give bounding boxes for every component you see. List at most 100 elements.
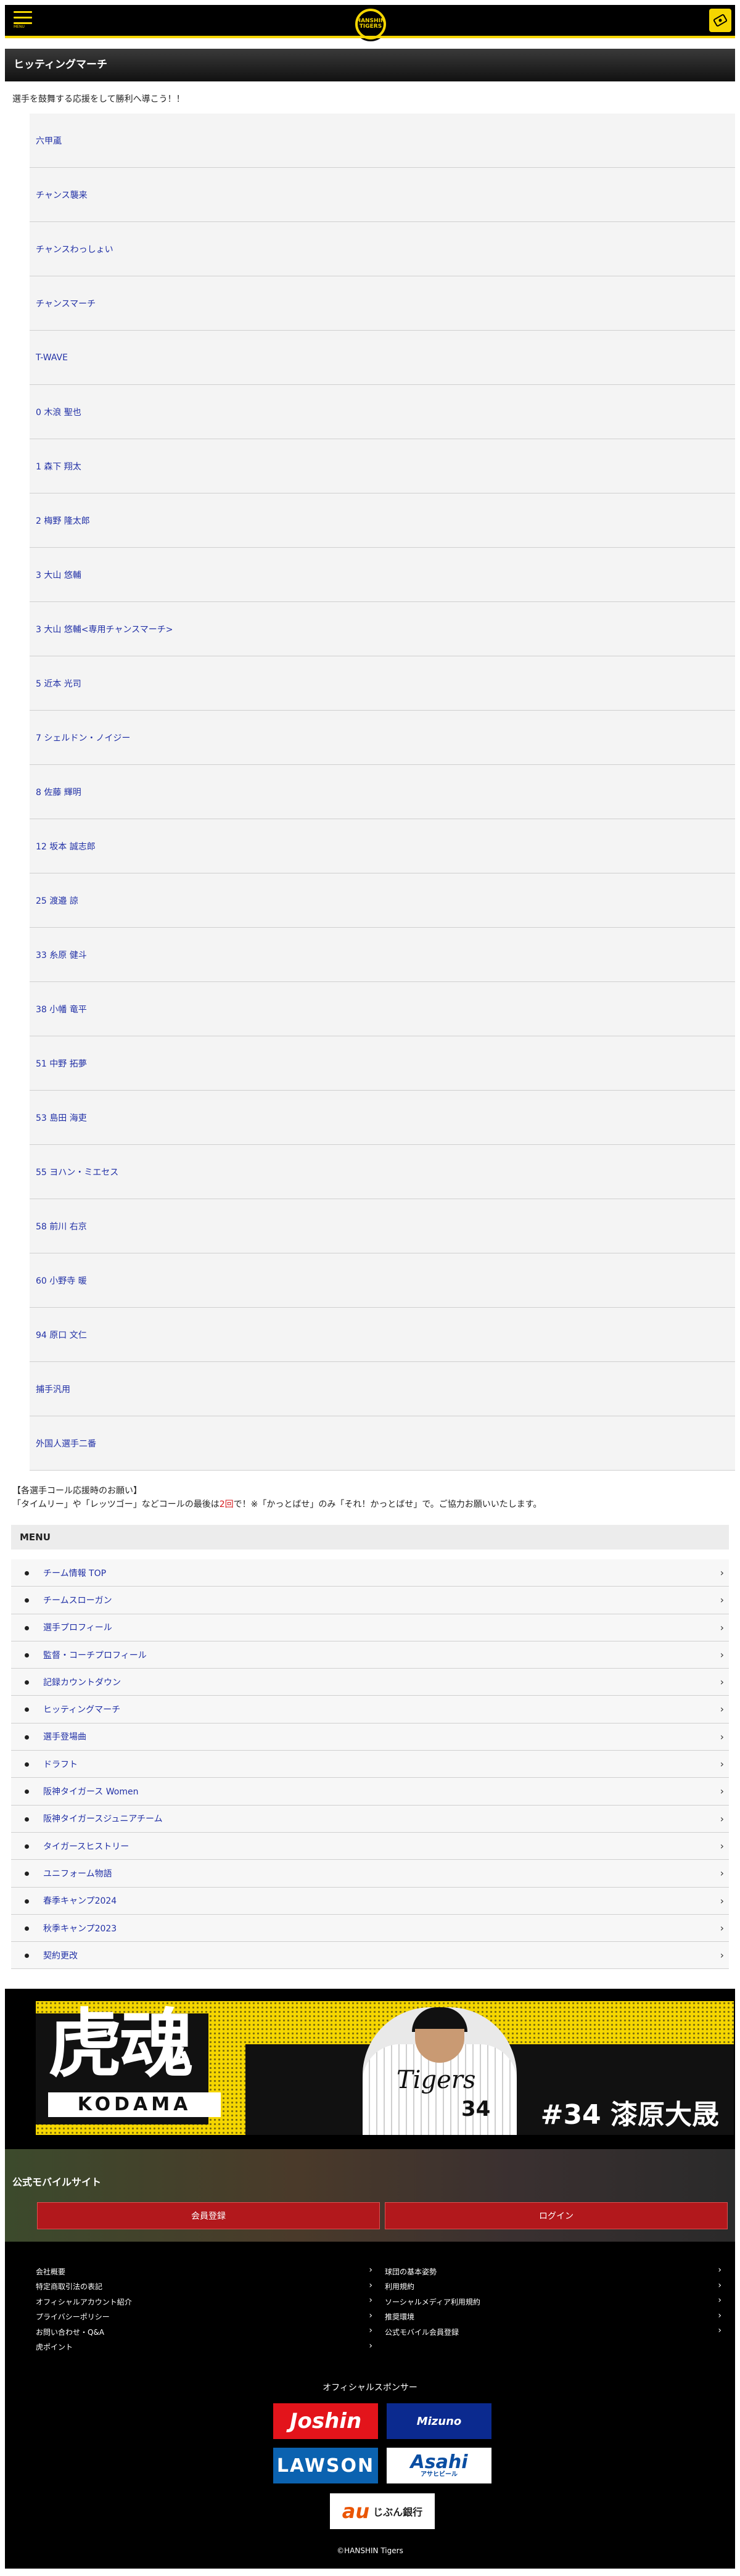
footer-link[interactable]: 球団の基本姿勢 › [385, 2264, 722, 2279]
sponsor-au-jibun-bank-logo[interactable]: au じぶん銀行 [330, 2493, 435, 2529]
menu-link[interactable]: 阪神タイガースジュニアチーム [43, 1812, 163, 1825]
menu-item[interactable]: 春季キャンプ2024 › [11, 1887, 729, 1915]
song-item[interactable]: T-WAVE [30, 331, 735, 385]
menu-link[interactable]: ドラフト [43, 1758, 78, 1770]
song-item[interactable]: 58 前川 右京 [30, 1199, 735, 1253]
menu-link[interactable]: 選手登場曲 [43, 1730, 86, 1743]
footer-link[interactable]: 利用規約 › [385, 2279, 722, 2295]
menu-link[interactable]: 選手プロフィール [43, 1621, 112, 1633]
menu-item[interactable]: タイガースヒストリー › [11, 1832, 729, 1860]
song-link[interactable]: 33 糸原 健斗 [36, 949, 87, 961]
song-item[interactable]: 38 小幡 竜平 [30, 982, 735, 1036]
song-item[interactable]: 51 中野 拓夢 [30, 1036, 735, 1091]
song-link[interactable]: 3 大山 悠輔<専用チャンスマーチ> [36, 623, 173, 635]
song-item[interactable]: 94 原口 文仁 [30, 1308, 735, 1362]
song-item[interactable]: 25 渡邉 諒 [30, 873, 735, 928]
song-item[interactable]: チャンス襲来 [30, 168, 735, 222]
song-item[interactable]: 12 坂本 誠志郎 [30, 819, 735, 873]
song-link[interactable]: チャンスマーチ [36, 297, 96, 310]
menu-item[interactable]: ユニフォーム物語 › [11, 1860, 729, 1888]
song-link[interactable]: 12 坂本 誠志郎 [36, 840, 96, 852]
sponsor-mizuno-logo[interactable]: Mizuno [387, 2403, 491, 2439]
footer-link[interactable]: 推奨環境 › [385, 2310, 722, 2325]
menu-item[interactable]: 阪神タイガースジュニアチーム › [11, 1805, 729, 1833]
menu-link[interactable]: 阪神タイガース Women [43, 1785, 138, 1798]
menu-link[interactable]: 契約更改 [43, 1949, 78, 1962]
song-item[interactable]: 60 小野寺 暖 [30, 1253, 735, 1308]
menu-item[interactable]: 阪神タイガース Women › [11, 1778, 729, 1806]
menu-link[interactable]: 記録カウントダウン [43, 1676, 121, 1688]
song-link[interactable]: 捕手汎用 [36, 1383, 70, 1395]
menu-item[interactable]: チーム情報 TOP › [11, 1559, 729, 1587]
menu-link[interactable]: 秋季キャンプ2023 [43, 1922, 117, 1934]
footer-link[interactable]: お問い合わせ・Q&A › [36, 2324, 372, 2340]
song-link[interactable]: 94 原口 文仁 [36, 1329, 87, 1341]
song-item[interactable]: 7 シェルドン・ノイジー [30, 711, 735, 765]
song-item[interactable]: 53 島田 海吏 [30, 1091, 735, 1145]
menu-link[interactable]: チームスローガン [43, 1594, 112, 1606]
song-link[interactable]: 58 前川 右京 [36, 1220, 87, 1232]
footer-link[interactable]: 特定商取引法の表記 › [36, 2279, 372, 2295]
song-link[interactable]: 51 中野 拓夢 [36, 1057, 87, 1070]
menu-link[interactable]: チーム情報 TOP [43, 1567, 106, 1579]
footer-link[interactable]: オフィシャルアカウント紹介 › [36, 2294, 372, 2310]
menu-item[interactable]: 監督・コーチプロフィール › [11, 1641, 729, 1669]
menu-item[interactable]: 選手プロフィール › [11, 1614, 729, 1641]
song-item[interactable]: チャンスわっしょい [30, 222, 735, 276]
song-item[interactable]: 0 木浪 聖也 [30, 385, 735, 439]
song-link[interactable]: 55 ヨハン・ミエセス [36, 1166, 118, 1178]
song-item[interactable]: 33 糸原 健斗 [30, 928, 735, 982]
menu-item[interactable]: 記録カウントダウン › [11, 1669, 729, 1696]
sponsor-joshin-logo[interactable]: Joshin [273, 2403, 378, 2439]
song-link[interactable]: 53 島田 海吏 [36, 1112, 87, 1124]
ticket-button[interactable] [709, 9, 731, 32]
footer-link[interactable]: ソーシャルメディア利用規約 › [385, 2294, 722, 2310]
menu-item[interactable]: 秋季キャンプ2023 › [11, 1914, 729, 1942]
footer-link[interactable]: 公式モバイル会員登録 › [385, 2324, 722, 2340]
song-link[interactable]: 60 小野寺 暖 [36, 1274, 87, 1287]
song-link[interactable]: 外国人選手二番 [36, 1437, 96, 1450]
menu-item[interactable]: 選手登場曲 › [11, 1723, 729, 1751]
song-link[interactable]: 2 梅野 隆太郎 [36, 514, 90, 527]
sponsor-lawson-logo[interactable]: LAWSON [273, 2448, 378, 2483]
login-button[interactable]: ログイン [385, 2202, 728, 2229]
song-item[interactable]: 1 森下 翔太 [30, 439, 735, 493]
song-link[interactable]: 5 近本 光司 [36, 677, 81, 690]
song-item[interactable]: 5 近本 光司 [30, 656, 735, 711]
song-item[interactable]: 捕手汎用 [30, 1362, 735, 1416]
song-item[interactable]: 3 大山 悠輔<専用チャンスマーチ> [30, 602, 735, 656]
song-link[interactable]: チャンス襲来 [36, 189, 88, 201]
song-link[interactable]: 8 佐藤 輝明 [36, 786, 81, 798]
song-item[interactable]: チャンスマーチ [30, 276, 735, 331]
footer-link[interactable]: 会社概要 › [36, 2264, 372, 2279]
song-link[interactable]: T-WAVE [36, 353, 68, 363]
song-link[interactable]: 7 シェルドン・ノイジー [36, 732, 130, 744]
song-item[interactable]: 8 佐藤 輝明 [30, 765, 735, 819]
menu-link[interactable]: タイガースヒストリー [43, 1840, 129, 1852]
menu-link[interactable]: 春季キャンプ2024 [43, 1894, 117, 1907]
menu-item[interactable]: ヒッティングマーチ › [11, 1696, 729, 1724]
song-item[interactable]: 3 大山 悠輔 [30, 548, 735, 602]
song-link[interactable]: 3 大山 悠輔 [36, 569, 81, 581]
song-link[interactable]: 25 渡邉 諒 [36, 894, 78, 907]
menu-item[interactable]: 契約更改 › [11, 1942, 729, 1970]
menu-link[interactable]: 監督・コーチプロフィール [43, 1649, 147, 1661]
song-item[interactable]: 2 梅野 隆太郎 [30, 493, 735, 548]
song-item[interactable]: 55 ヨハン・ミエセス [30, 1145, 735, 1199]
sponsor-asahi-logo[interactable]: Asahi アサヒビール [387, 2448, 491, 2483]
menu-link[interactable]: ヒッティングマーチ [43, 1703, 120, 1715]
song-link[interactable]: 0 木浪 聖也 [36, 406, 81, 418]
footer-link[interactable]: 虎ポイント › [36, 2340, 372, 2355]
hamburger-menu-button[interactable]: MENU [14, 11, 32, 29]
song-link[interactable]: 六甲颪 [36, 134, 62, 147]
menu-item[interactable]: チームスローガン › [11, 1587, 729, 1614]
menu-link[interactable]: ユニフォーム物語 [43, 1867, 112, 1880]
song-item[interactable]: 外国人選手二番 [30, 1416, 735, 1471]
song-link[interactable]: チャンスわっしょい [36, 243, 113, 255]
song-link[interactable]: 1 森下 翔太 [36, 460, 81, 473]
menu-item[interactable]: ドラフト › [11, 1751, 729, 1778]
song-item[interactable]: 六甲颪 [30, 114, 735, 168]
kodama-banner[interactable]: 虎魂 KODAMA Tigers 34 #34 漆原大晟 [36, 2001, 734, 2135]
register-button[interactable]: 会員登録 [37, 2202, 380, 2229]
song-link[interactable]: 38 小幡 竜平 [36, 1003, 87, 1015]
